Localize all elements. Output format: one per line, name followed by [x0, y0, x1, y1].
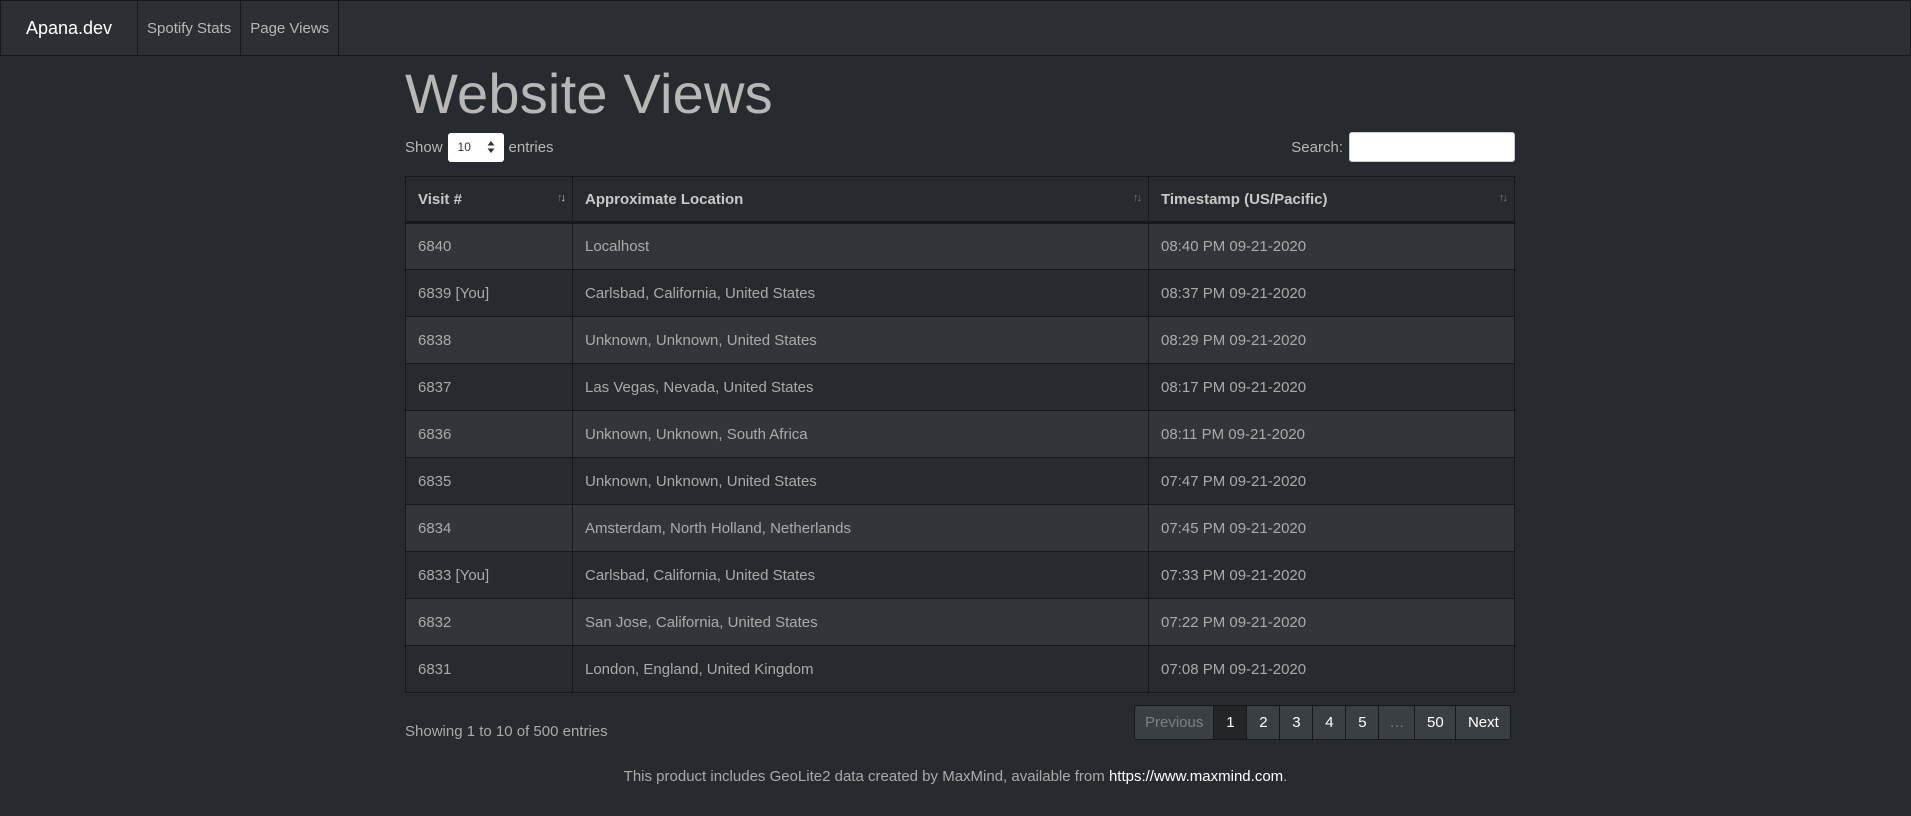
entries-select-value: 10 [457, 139, 471, 154]
select-arrows-icon [487, 140, 495, 153]
entries-select[interactable]: 10 [447, 132, 504, 162]
cell-visit: 6836 [405, 410, 573, 458]
table-row: 6836 Unknown, Unknown, South Africa 08:11 … [405, 410, 1515, 458]
table-row: 6831 London, England, United Kingdom 07:08… [405, 645, 1515, 693]
cell-location: Unknown, Unknown, South Africa [572, 410, 1149, 458]
cell-visit: 6838 [405, 316, 573, 364]
cell-visit: 6833 [You] [405, 551, 573, 599]
cell-timestamp: 08:17 PM 09-21-2020 [1148, 363, 1515, 411]
cell-location: Carlsbad, California, United States [572, 269, 1149, 317]
column-header-timestamp[interactable]: Timestamp (US/Pacific) ↑↓ [1148, 176, 1515, 224]
cell-location: London, England, United Kingdom [572, 645, 1149, 693]
cell-visit: 6834 [405, 504, 573, 552]
main-container: Website Views Show 10 entries Search: Vi… [405, 56, 1515, 740]
cell-timestamp: 07:22 PM 09-21-2020 [1148, 598, 1515, 646]
cell-location: Las Vegas, Nevada, United States [572, 363, 1149, 411]
cell-timestamp: 07:33 PM 09-21-2020 [1148, 551, 1515, 599]
cell-location: Unknown, Unknown, United States [572, 316, 1149, 364]
cell-location: Amsterdam, North Holland, Netherlands [572, 504, 1149, 552]
table-row: 6837 Las Vegas, Nevada, United States 08:1… [405, 363, 1515, 411]
table-row: 6832 San Jose, California, United States 0… [405, 598, 1515, 646]
table-info: Showing 1 to 10 of 500 entries [405, 723, 608, 740]
column-header-visit[interactable]: Visit # ↑↓ [405, 176, 573, 224]
pagination-page-50[interactable]: 50 [1414, 705, 1457, 740]
cell-timestamp: 08:11 PM 09-21-2020 [1148, 410, 1515, 458]
cell-visit: 6832 [405, 598, 573, 646]
pagination-page-2[interactable]: 2 [1246, 705, 1281, 740]
table-row: 6838 Unknown, Unknown, United States 08:29… [405, 316, 1515, 364]
pagination-page-4[interactable]: 4 [1312, 705, 1347, 740]
sort-icon: ↑↓ [557, 192, 566, 204]
maxmind-link[interactable]: https://www.maxmind.com [1109, 768, 1283, 785]
search-input[interactable] [1349, 132, 1515, 162]
table-row: 6839 [You] Carlsbad, California, United S… [405, 269, 1515, 317]
table-header-row: Visit # ↑↓ Approximate Location ↑↓ Times… [405, 176, 1515, 224]
sort-icon: ↑↓ [1499, 192, 1508, 204]
table-row: 6834 Amsterdam, North Holland, Netherland… [405, 504, 1515, 552]
entries-label: entries [508, 138, 554, 156]
cell-visit: 6839 [You] [405, 269, 573, 317]
length-control: Show 10 entries [405, 132, 554, 162]
search-label: Search: [1291, 138, 1343, 156]
cell-timestamp: 08:29 PM 09-21-2020 [1148, 316, 1515, 364]
page-title: Website Views [405, 62, 773, 125]
cell-visit: 6835 [405, 457, 573, 505]
pagination-next[interactable]: Next [1455, 705, 1512, 740]
views-table: Visit # ↑↓ Approximate Location ↑↓ Times… [405, 176, 1515, 693]
nav-link-page-views[interactable]: Page Views [241, 1, 340, 55]
cell-timestamp: 08:37 PM 09-21-2020 [1148, 269, 1515, 317]
pagination-page-3[interactable]: 3 [1279, 705, 1314, 740]
sort-icon: ↑↓ [1133, 192, 1142, 204]
footer-trail: . [1283, 768, 1288, 785]
table-row: 6840 Localhost 08:40 PM 09-21-2020 [405, 222, 1515, 270]
cell-visit: 6837 [405, 363, 573, 411]
table-row: 6833 [You] Carlsbad, California, United S… [405, 551, 1515, 599]
column-header-location[interactable]: Approximate Location ↑↓ [572, 176, 1149, 224]
search-control: Search: [1291, 132, 1515, 162]
footer-text: This product includes GeoLite2 data crea… [623, 768, 1109, 785]
cell-location: San Jose, California, United States [572, 598, 1149, 646]
cell-timestamp: 08:40 PM 09-21-2020 [1148, 222, 1515, 270]
cell-timestamp: 07:08 PM 09-21-2020 [1148, 645, 1515, 693]
cell-location: Localhost [572, 222, 1149, 270]
cell-visit: 6831 [405, 645, 573, 693]
nav-link-spotify-stats[interactable]: Spotify Stats [138, 1, 242, 55]
cell-visit: 6840 [405, 222, 573, 270]
brand-link[interactable]: Apana.dev [1, 1, 138, 55]
pagination-previous[interactable]: Previous [1134, 705, 1215, 740]
pagination-page-5[interactable]: 5 [1345, 705, 1380, 740]
footer: This product includes GeoLite2 data crea… [0, 768, 1911, 785]
table-row: 6835 Unknown, Unknown, United States 07:47… [405, 457, 1515, 505]
pagination: Previous 1 2 3 4 5 … 50 Next [1134, 705, 1512, 740]
navbar: Apana.dev Spotify Stats Page Views [0, 0, 1911, 56]
cell-location: Unknown, Unknown, United States [572, 457, 1149, 505]
cell-location: Carlsbad, California, United States [572, 551, 1149, 599]
cell-timestamp: 07:47 PM 09-21-2020 [1148, 457, 1515, 505]
table-body: 6840 Localhost 08:40 PM 09-21-2020 6839 [Yo… [405, 222, 1515, 693]
cell-timestamp: 07:45 PM 09-21-2020 [1148, 504, 1515, 552]
show-label: Show [405, 138, 443, 156]
pagination-ellipsis: … [1378, 705, 1416, 740]
pagination-page-1[interactable]: 1 [1213, 705, 1248, 740]
